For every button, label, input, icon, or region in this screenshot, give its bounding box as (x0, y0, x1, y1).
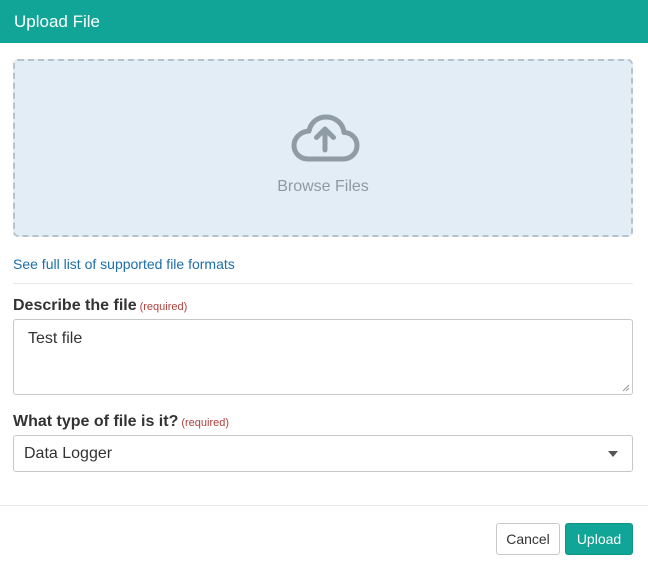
divider (13, 283, 633, 284)
required-marker: (required) (181, 417, 230, 429)
file-dropzone[interactable]: Browse Files (13, 59, 633, 237)
file-type-label: What type of file is it? (required) (13, 413, 229, 431)
cancel-button[interactable]: Cancel (496, 523, 560, 555)
resize-grip-icon[interactable] (621, 383, 630, 392)
dialog-header: Upload File (0, 0, 648, 43)
describe-file-textarea[interactable]: Test file (13, 319, 633, 395)
caret-down-icon (608, 451, 618, 457)
dialog-title: Upload File (14, 12, 100, 31)
upload-button[interactable]: Upload (565, 523, 633, 555)
cloud-upload-icon (291, 114, 360, 162)
describe-file-label: Describe the file (required) (13, 297, 187, 315)
file-type-label-text: What type of file is it? (13, 413, 179, 430)
browse-files-label: Browse Files (277, 178, 369, 195)
describe-file-value: Test file (28, 330, 83, 347)
file-type-selected-value: Data Logger (24, 445, 113, 462)
required-marker: (required) (139, 301, 188, 313)
file-type-select[interactable]: Data Logger (13, 435, 633, 472)
footer-divider (0, 505, 648, 506)
supported-formats-link[interactable]: See full list of supported file formats (13, 256, 235, 272)
describe-file-label-text: Describe the file (13, 297, 137, 314)
